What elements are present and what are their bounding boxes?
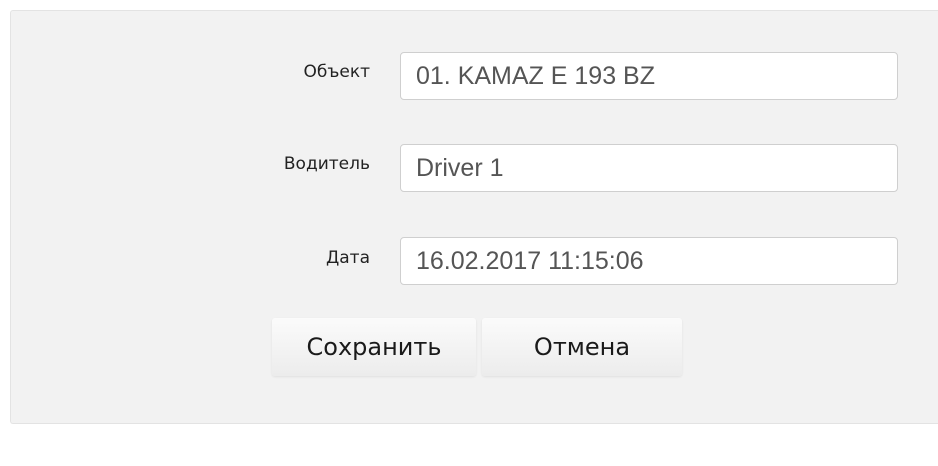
save-button[interactable]: Сохранить (272, 318, 476, 376)
driver-field[interactable] (400, 144, 898, 192)
date-label: Дата (325, 248, 370, 268)
object-label: Объект (303, 62, 370, 82)
cancel-button[interactable]: Отмена (482, 318, 682, 376)
date-field[interactable] (400, 237, 898, 285)
object-field[interactable] (400, 52, 898, 100)
driver-label: Водитель (283, 154, 370, 174)
